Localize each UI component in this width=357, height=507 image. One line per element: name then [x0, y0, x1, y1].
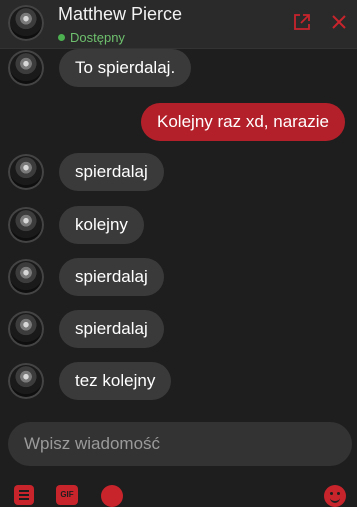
contact-name[interactable]: Matthew Pierce [58, 4, 182, 25]
incoming-message[interactable]: spierdalaj [59, 258, 164, 296]
incoming-message[interactable]: spierdalaj [59, 153, 164, 191]
sender-avatar[interactable] [8, 50, 44, 86]
contact-avatar[interactable] [8, 5, 44, 41]
close-icon[interactable] [329, 12, 349, 32]
message-row: kolejny [0, 204, 357, 246]
incoming-message[interactable]: To spierdalaj. [59, 49, 192, 87]
sender-avatar[interactable] [8, 154, 44, 190]
online-dot-icon [58, 34, 65, 41]
gif-icon[interactable]: GIF [56, 485, 78, 505]
message-row: spierdalaj [0, 308, 357, 350]
contact-status-label: Dostępny [70, 30, 125, 45]
document-icon[interactable] [14, 485, 34, 505]
sender-avatar[interactable] [8, 259, 44, 295]
contact-status: Dostępny [58, 30, 125, 45]
message-row: spierdalaj [0, 256, 357, 298]
composer-toolbar: GIF [0, 482, 357, 507]
incoming-message[interactable]: spierdalaj [59, 310, 164, 348]
message-row: Kolejny raz xd, narazie [0, 101, 357, 143]
sender-avatar[interactable] [8, 363, 44, 399]
outgoing-message[interactable]: Kolejny raz xd, narazie [141, 103, 345, 141]
message-list[interactable]: To spierdalaj. Kolejny raz xd, narazie s… [0, 49, 357, 405]
sender-avatar[interactable] [8, 207, 44, 243]
incoming-message[interactable]: tez kolejny [59, 362, 172, 400]
message-row: spierdalaj [0, 151, 357, 193]
external-link-icon[interactable] [292, 12, 312, 32]
incoming-message[interactable]: kolejny [59, 206, 144, 244]
gif-label: GIF [60, 490, 74, 499]
message-row: To spierdalaj. [0, 49, 357, 89]
sender-avatar[interactable] [8, 311, 44, 347]
message-input[interactable] [8, 422, 352, 466]
record-icon[interactable] [101, 485, 123, 507]
emoji-icon[interactable] [324, 485, 346, 507]
chat-header: Matthew Pierce Dostępny [0, 0, 357, 49]
message-row: tez kolejny [0, 360, 357, 402]
